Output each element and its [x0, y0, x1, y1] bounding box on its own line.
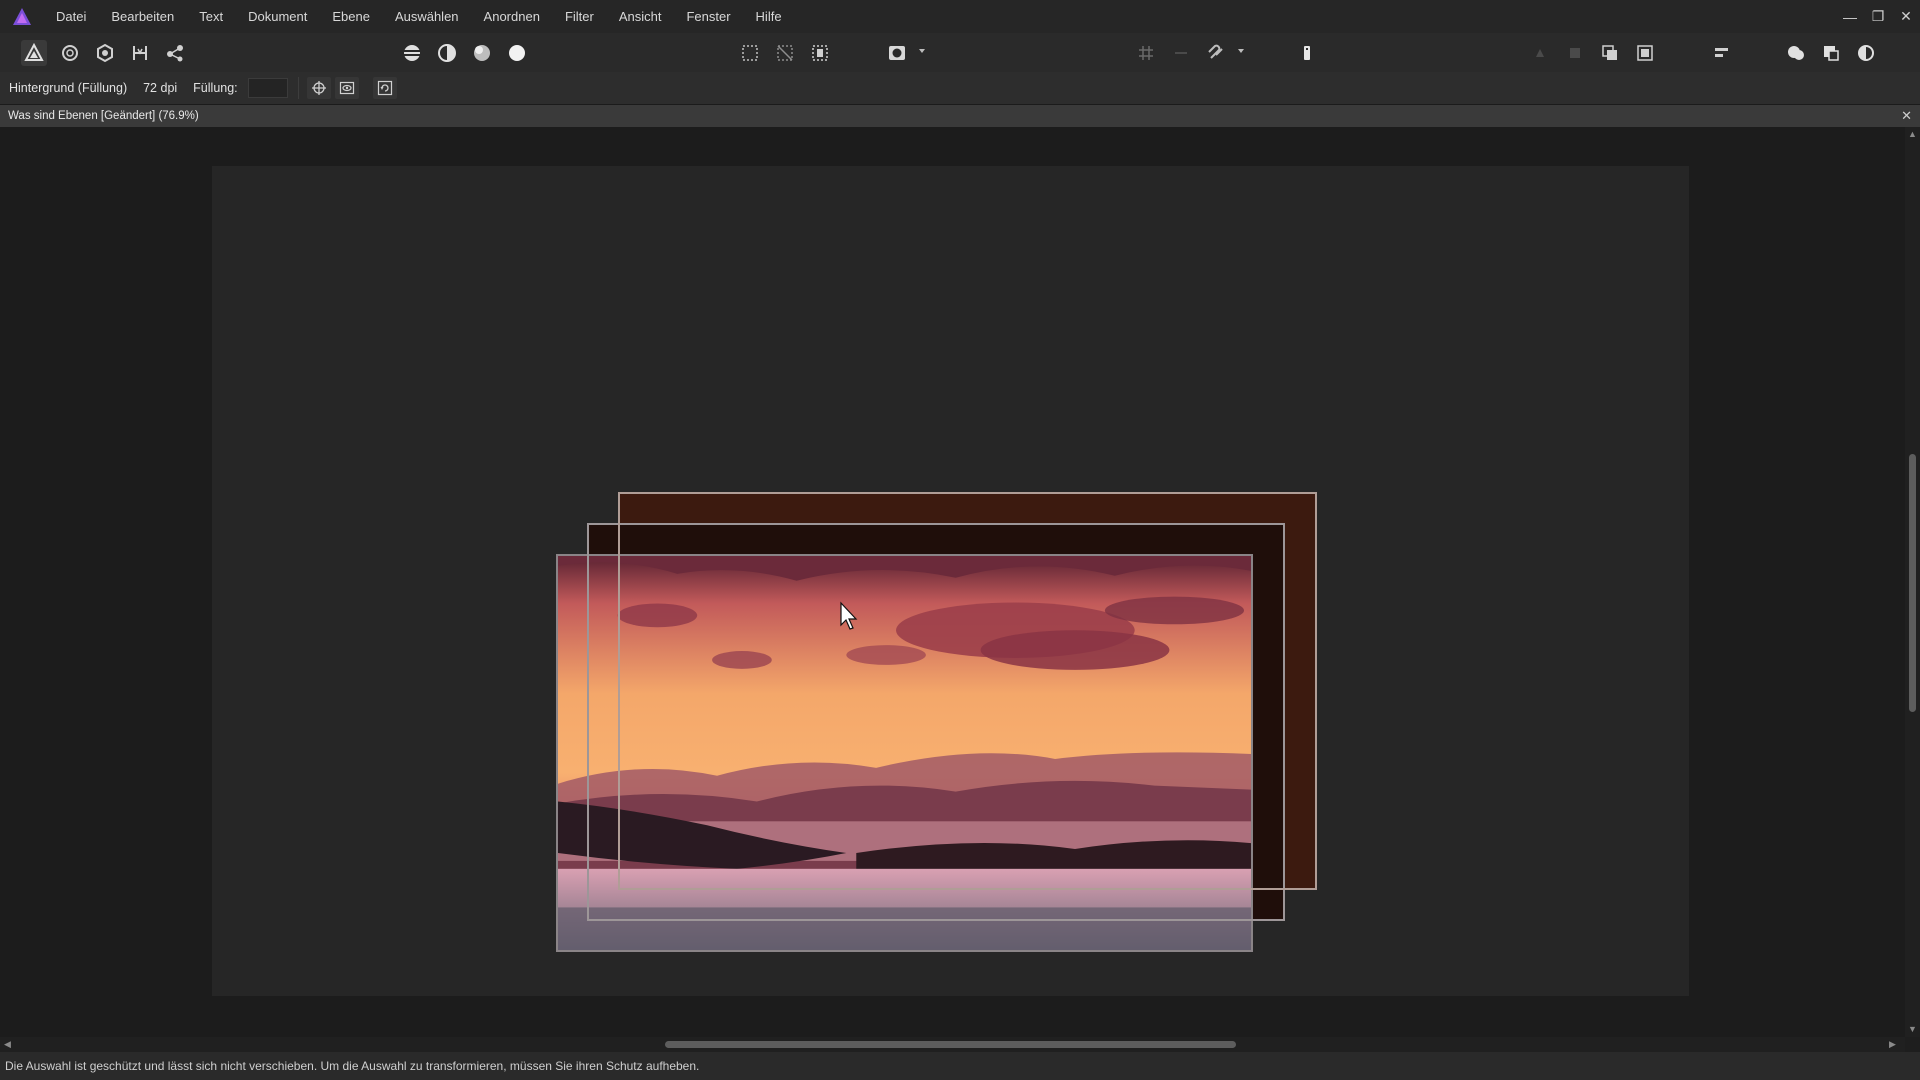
- auto-colors-icon: [474, 45, 490, 61]
- auto-contrast-icon: [438, 44, 456, 62]
- snapping-dropdown-chevron-down-icon[interactable]: [1237, 47, 1245, 55]
- move-to-back-button[interactable]: [1527, 40, 1553, 66]
- document-tab[interactable]: Was sind Ebenen [Geändert] (76.9%) ✕: [0, 105, 1920, 127]
- develop-persona-button[interactable]: [92, 40, 118, 66]
- fill-color-swatch[interactable]: [247, 78, 288, 98]
- fill-label: Füllung:: [193, 81, 238, 95]
- menu-ansicht[interactable]: Ansicht: [619, 9, 662, 24]
- boolean-subtract-icon: [1824, 46, 1839, 61]
- menu-auswaehlen[interactable]: Auswählen: [395, 9, 459, 24]
- vertical-scroll-thumb[interactable]: [1909, 454, 1916, 712]
- marquee-selection-icon: [742, 45, 758, 61]
- snapping-options-button[interactable]: [1168, 40, 1194, 66]
- deselect-icon: [777, 45, 793, 61]
- assistant-icon: [1304, 46, 1310, 60]
- align-left-icon: [1715, 48, 1728, 57]
- document-tab-title: Was sind Ebenen [Geändert] (76.9%): [8, 110, 199, 122]
- minimize-button[interactable]: —: [1836, 3, 1864, 31]
- menu-ebene[interactable]: Ebene: [332, 9, 370, 24]
- boolean-add-button[interactable]: [1783, 40, 1809, 66]
- horizontal-scrollbar[interactable]: ◀ ▶: [0, 1037, 1905, 1052]
- scroll-down-arrow-icon[interactable]: ▼: [1908, 1024, 1917, 1034]
- menu-anordnen[interactable]: Anordnen: [484, 9, 540, 24]
- back-layer-outline: [618, 492, 1317, 890]
- crosshair-icon: [311, 81, 326, 95]
- selection-marquee-button[interactable]: [737, 40, 763, 66]
- menu-datei[interactable]: Datei: [56, 9, 86, 24]
- grid-icon: [1139, 46, 1153, 60]
- align-button[interactable]: [1709, 40, 1735, 66]
- boolean-subtract-button[interactable]: [1818, 40, 1844, 66]
- rotate-frame-icon: [377, 80, 392, 96]
- quick-mask-icon: [889, 46, 905, 60]
- snap-options-icon: [1175, 52, 1187, 54]
- auto-colors-button[interactable]: [469, 40, 495, 66]
- close-window-button[interactable]: ✕: [1892, 3, 1920, 31]
- move-forward-one-icon: [1602, 45, 1617, 60]
- menu-hilfe[interactable]: Hilfe: [756, 9, 782, 24]
- restore-button[interactable]: ❐: [1864, 3, 1892, 31]
- boolean-intersect-button[interactable]: [1853, 40, 1879, 66]
- magnet-icon: [1208, 44, 1223, 59]
- photo-persona-button[interactable]: [21, 40, 47, 66]
- move-back-one-icon: [1570, 48, 1580, 58]
- snapping-grid-button[interactable]: [1133, 40, 1159, 66]
- window-controls: — ❐ ✕: [1836, 0, 1920, 33]
- develop-persona-icon: [97, 43, 113, 63]
- liquify-persona-icon: [62, 45, 78, 61]
- status-message: Die Auswahl ist geschützt und lässt sich…: [5, 1059, 700, 1073]
- layer-name-label: Hintergrund (Füllung): [9, 81, 128, 95]
- scroll-right-arrow-icon[interactable]: ▶: [1889, 1039, 1896, 1050]
- move-to-back-icon: [1536, 49, 1544, 57]
- horizontal-scroll-thumb[interactable]: [665, 1041, 1236, 1048]
- assistant-button[interactable]: [1294, 40, 1320, 66]
- share-export-icon: [167, 45, 183, 62]
- invert-selection-button[interactable]: [807, 40, 833, 66]
- menu-text[interactable]: Text: [199, 9, 223, 24]
- move-back-one-button[interactable]: [1562, 40, 1588, 66]
- status-bar: Die Auswahl ist geschützt und lässt sich…: [0, 1052, 1920, 1080]
- dpi-label: 72 dpi: [143, 81, 178, 95]
- menu-fenster[interactable]: Fenster: [686, 9, 730, 24]
- mouse-cursor-icon: [840, 601, 858, 630]
- auto-white-balance-icon: [509, 45, 525, 61]
- snapping-toggle-button[interactable]: [1203, 40, 1229, 66]
- auto-levels-button[interactable]: [399, 40, 425, 66]
- tone-mapping-persona-button[interactable]: [127, 40, 153, 66]
- quick-mask-dropdown-chevron-down-icon[interactable]: [918, 47, 926, 55]
- move-forward-one-button[interactable]: [1597, 40, 1623, 66]
- auto-white-balance-button[interactable]: [504, 40, 530, 66]
- menu-dokument[interactable]: Dokument: [248, 9, 307, 24]
- move-to-front-icon: [1637, 45, 1653, 61]
- deselect-button[interactable]: [772, 40, 798, 66]
- eye-frame-icon: [339, 81, 354, 95]
- context-toolbar: Hintergrund (Füllung) 72 dpi Füllung:: [0, 72, 1920, 105]
- flip-button[interactable]: [372, 77, 397, 99]
- close-document-icon[interactable]: ✕: [1901, 108, 1912, 124]
- auto-levels-icon: [404, 45, 420, 61]
- boolean-add-icon: [1788, 46, 1804, 60]
- scroll-up-arrow-icon[interactable]: ▲: [1908, 129, 1917, 139]
- quick-mask-button[interactable]: [884, 40, 910, 66]
- boolean-intersect-icon: [1858, 45, 1874, 61]
- affinity-photo-logo-icon[interactable]: [12, 7, 32, 27]
- menu-filter[interactable]: Filter: [565, 9, 594, 24]
- photo-persona-icon: [24, 43, 44, 61]
- liquify-persona-button[interactable]: [57, 40, 83, 66]
- invert-selection-icon: [812, 45, 828, 61]
- main-toolbar: [0, 33, 1920, 73]
- tone-mapping-persona-icon: [133, 46, 147, 60]
- move-to-front-button[interactable]: [1632, 40, 1658, 66]
- transform-origin-button[interactable]: [306, 77, 331, 99]
- menu-bearbeiten[interactable]: Bearbeiten: [111, 9, 174, 24]
- vertical-scrollbar[interactable]: ▲ ▼: [1905, 127, 1920, 1037]
- scroll-left-arrow-icon[interactable]: ◀: [4, 1039, 11, 1050]
- separator: [297, 77, 299, 99]
- auto-contrast-button[interactable]: [434, 40, 460, 66]
- show-mask-button[interactable]: [334, 77, 359, 99]
- canvas-area[interactable]: [0, 127, 1905, 1037]
- menu-bar: Datei Bearbeiten Text Dokument Ebene Aus…: [0, 0, 1920, 33]
- export-persona-button[interactable]: [162, 40, 188, 66]
